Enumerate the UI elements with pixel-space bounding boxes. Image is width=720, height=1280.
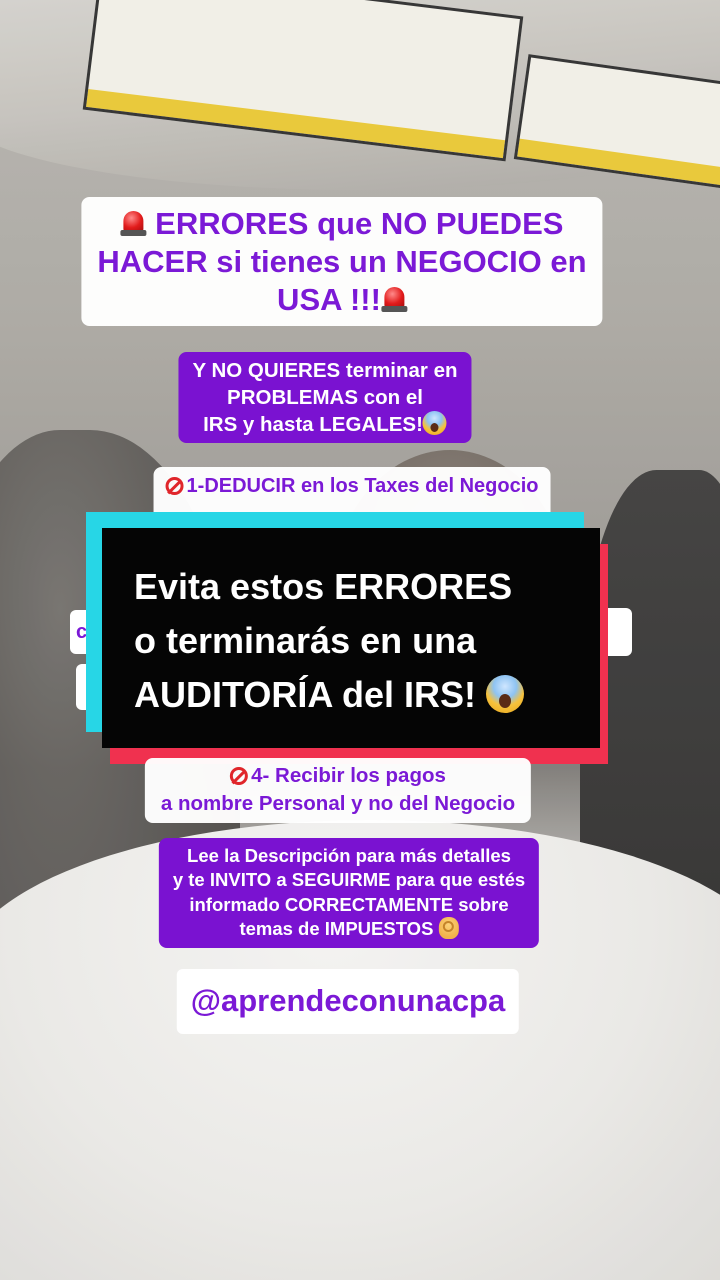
subtitle-line-2: PROBLEMAS con el (227, 385, 423, 409)
error-4-line-1: 4- Recibir los pagos (251, 764, 446, 787)
subtitle-caption: Y NO QUIERES terminar en PROBLEMAS con e… (178, 352, 472, 443)
title-line-1: ERRORES que NO PUEDES (155, 206, 564, 241)
siren-icon (120, 209, 147, 237)
prohibited-icon (165, 477, 184, 495)
error-4-line-2: a nombre Personal y no del Negocio (160, 792, 516, 816)
title-line-3: USA !!! (277, 281, 381, 317)
account-handle[interactable]: @aprendeconunacpa (176, 969, 520, 1034)
prohibited-icon (230, 767, 249, 785)
banner-line-3: AUDITORÍA del IRS! (134, 674, 477, 715)
cta-line-2: y te INVITO a SEGUIRME para que estés (172, 869, 526, 891)
ok-hand-icon (438, 917, 459, 940)
cta-line-1: Lee la Descripción para más detalles (187, 845, 511, 866)
banner-line-2: o terminarás en una (134, 620, 477, 661)
error-1-label: 1-DEDUCIR en los Taxes del Negocio (186, 475, 539, 497)
screaming-face-icon (422, 411, 447, 436)
subtitle-line-1: Y NO QUIERES terminar en (192, 359, 458, 382)
subtitle-line-3: IRS y hasta LEGALES! (203, 413, 423, 437)
cta-line-4: temas de IMPUESTOS (239, 918, 434, 940)
banner-line-1: Evita estos ERRORES (134, 566, 513, 607)
screaming-face-icon (486, 675, 525, 713)
cta-line-3: informado CORRECTAMENTE sobre (189, 893, 509, 915)
handle-text: @aprendeconunacpa (190, 983, 506, 1018)
cta-caption: Lee la Descripción para más detalles y t… (158, 838, 540, 948)
title-line-2: HACER si tienes un NEGOCIO en (97, 243, 587, 279)
title-caption: ERRORES que NO PUEDES HACER si tienes un… (81, 197, 603, 327)
banner-text: Evita estos ERRORES o terminarás en una … (134, 560, 525, 722)
error-4-caption: 4- Recibir los pagos a nombre Personal y… (144, 758, 532, 823)
siren-icon (380, 285, 407, 313)
headline-banner: Evita estos ERRORES o terminarás en una … (86, 512, 608, 764)
